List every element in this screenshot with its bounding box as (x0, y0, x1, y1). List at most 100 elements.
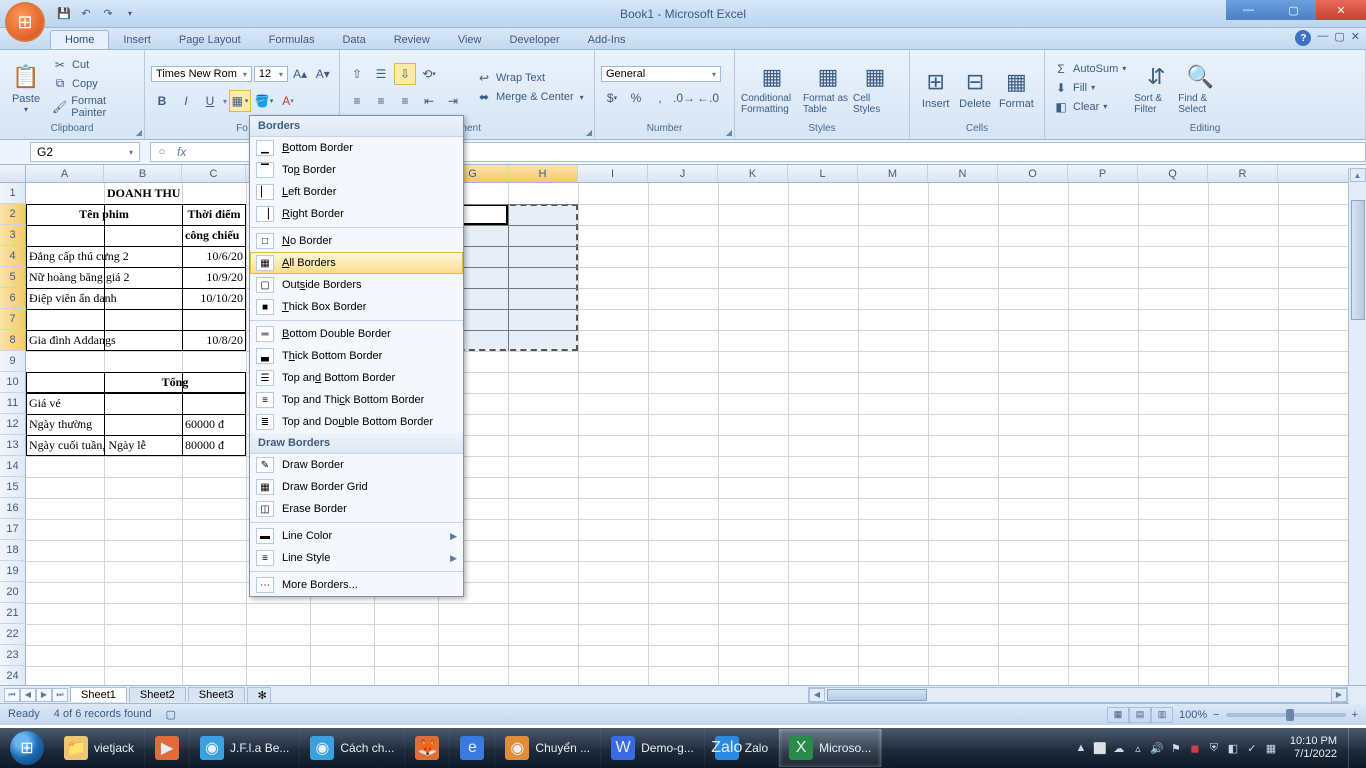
border-option[interactable]: ═Bottom Double Border (250, 323, 463, 345)
cell[interactable]: Ngày cuối tuần, Ngày lễ (26, 435, 202, 456)
font-size-combo[interactable]: 12▾ (254, 66, 288, 82)
row-header[interactable]: 12 (0, 414, 26, 435)
align-bottom-icon[interactable]: ⇩ (394, 63, 416, 85)
vertical-scrollbar[interactable]: ▲ (1348, 168, 1366, 704)
column-header[interactable]: H (508, 165, 578, 182)
cell[interactable]: Giá vé (26, 393, 104, 414)
tray-icon[interactable]: ⛨ (1206, 740, 1222, 756)
zoom-thumb[interactable] (1286, 709, 1294, 721)
decrease-decimal-icon[interactable]: ←.0 (697, 87, 719, 109)
sort-filter-button[interactable]: ⇵Sort & Filter (1134, 61, 1178, 115)
clear-button[interactable]: ◧Clear▾ (1051, 98, 1128, 116)
taskbar-item[interactable]: WDemo-g... (601, 729, 705, 767)
row-header[interactable]: 17 (0, 519, 26, 540)
column-header[interactable]: K (718, 165, 788, 182)
align-right-icon[interactable]: ≡ (394, 90, 416, 112)
tray-icon[interactable]: ⬜ (1092, 740, 1108, 756)
taskbar-item[interactable]: ◉J.F.l.a Be... (190, 729, 300, 767)
minimize-button[interactable]: — (1226, 0, 1271, 20)
tab-review[interactable]: Review (380, 31, 444, 49)
row-header[interactable]: 15 (0, 477, 26, 498)
border-draw-option[interactable]: ▦Draw Border Grid (250, 476, 463, 498)
row-header[interactable]: 4 (0, 246, 26, 267)
cell[interactable]: Ngày thường (26, 414, 104, 435)
align-middle-icon[interactable]: ☰ (370, 63, 392, 85)
format-cells-button[interactable]: ▦Format (995, 66, 1038, 110)
zoom-level[interactable]: 100% (1179, 709, 1207, 721)
zoom-in-icon[interactable]: + (1352, 709, 1358, 721)
page-layout-view-icon[interactable]: ▤ (1129, 707, 1151, 723)
tray-icon[interactable]: ⚑ (1168, 740, 1184, 756)
row-header[interactable]: 7 (0, 309, 26, 330)
column-header[interactable]: Q (1138, 165, 1208, 182)
tray-icon[interactable]: ✓ (1244, 740, 1260, 756)
tab-home[interactable]: Home (50, 30, 109, 49)
tab-view[interactable]: View (444, 31, 496, 49)
help-icon[interactable]: ? (1295, 30, 1311, 46)
row-header[interactable]: 19 (0, 561, 26, 582)
prev-sheet-icon[interactable]: ◀ (20, 688, 36, 702)
row-header[interactable]: 23 (0, 645, 26, 666)
zoom-out-icon[interactable]: − (1213, 709, 1219, 721)
dialog-launcher-icon[interactable]: ◢ (136, 128, 142, 137)
border-option[interactable]: ■Thick Box Border (250, 296, 463, 318)
row-header[interactable]: 24 (0, 666, 26, 685)
conditional-formatting-button[interactable]: ▦Conditional Formatting (741, 61, 803, 115)
align-center-icon[interactable]: ≡ (370, 90, 392, 112)
office-button[interactable] (5, 2, 45, 42)
taskbar-item[interactable]: 🦊 (405, 729, 450, 767)
border-option[interactable]: ≡Top and Thick Bottom Border (250, 389, 463, 411)
font-name-combo[interactable]: Times New Rom▾ (151, 66, 252, 82)
tray-icon[interactable]: ▵ (1130, 740, 1146, 756)
taskbar-item[interactable]: XMicroso... (779, 729, 882, 767)
fill-color-button[interactable]: 🪣▾ (253, 90, 275, 112)
column-header[interactable]: C (182, 165, 246, 182)
row-header[interactable]: 18 (0, 540, 26, 561)
column-header[interactable]: L (788, 165, 858, 182)
cell[interactable]: 60000 đ (182, 414, 246, 435)
save-icon[interactable]: 💾 (55, 5, 73, 23)
increase-decimal-icon[interactable]: .0→ (673, 87, 695, 109)
sheet-tab[interactable]: Sheet3 (188, 687, 245, 702)
cancel-formula-icon[interactable]: ○ (151, 146, 173, 158)
row-header[interactable]: 9 (0, 351, 26, 372)
border-option[interactable]: ▁Bottom Border (250, 137, 463, 159)
fx-icon[interactable]: fx (173, 145, 190, 159)
bold-button[interactable]: B (151, 90, 173, 112)
row-header[interactable]: 10 (0, 372, 26, 393)
taskbar-item[interactable]: ◉Cách ch... (300, 729, 405, 767)
cell[interactable]: 10/9/20 (182, 267, 246, 288)
border-option[interactable]: ▕Right Border (250, 203, 463, 225)
tray-icon[interactable]: ▲ (1073, 740, 1089, 756)
increase-indent-icon[interactable]: ⇥ (442, 90, 464, 112)
last-sheet-icon[interactable]: ⏭ (52, 688, 68, 702)
border-option[interactable]: ▏Left Border (250, 181, 463, 203)
column-header[interactable]: M (858, 165, 928, 182)
merge-center-button[interactable]: ⬌Merge & Center▾ (474, 88, 586, 106)
row-header[interactable]: 16 (0, 498, 26, 519)
border-option[interactable]: ▢Outside Borders (250, 274, 463, 296)
first-sheet-icon[interactable]: ⏮ (4, 688, 20, 702)
column-header[interactable]: R (1208, 165, 1278, 182)
format-painter-button[interactable]: 🖌Format Painter (50, 94, 138, 120)
ribbon-restore-icon[interactable]: ▢ (1334, 30, 1344, 46)
border-option[interactable]: □No Border (250, 230, 463, 252)
row-header[interactable]: 2 (0, 204, 26, 225)
name-box[interactable]: G2▾ (30, 142, 140, 162)
row-header[interactable]: 21 (0, 603, 26, 624)
tray-icon[interactable]: ▦ (1263, 740, 1279, 756)
border-draw-option[interactable]: ≡Line Style▶ (250, 547, 463, 569)
row-header[interactable]: 13 (0, 435, 26, 456)
scroll-right-icon[interactable]: ▶ (1331, 688, 1347, 702)
taskbar-item[interactable]: ZaloZalo (705, 729, 779, 767)
autosum-button[interactable]: ΣAutoSum▾ (1051, 60, 1128, 78)
row-header[interactable]: 20 (0, 582, 26, 603)
row-header[interactable]: 6 (0, 288, 26, 309)
wrap-text-button[interactable]: ↩Wrap Text (474, 69, 586, 87)
row-header[interactable]: 1 (0, 183, 26, 204)
sheet-tab[interactable]: Sheet1 (70, 687, 127, 702)
border-option[interactable]: ☰Top and Bottom Border (250, 367, 463, 389)
tab-developer[interactable]: Developer (495, 31, 573, 49)
cell[interactable]: 10/10/20 (182, 288, 246, 309)
start-button[interactable]: ⊞ (0, 728, 54, 768)
